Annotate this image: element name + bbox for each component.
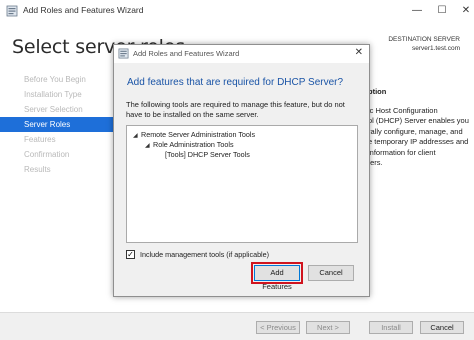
destination-server-name: server1.test.com	[411, 45, 460, 52]
dialog-titlebar: Add Roles and Features Wizard ✕	[114, 45, 369, 63]
tree-item-label: Remote Server Administration Tools	[141, 130, 256, 139]
minimize-button[interactable]: —	[406, 3, 428, 19]
cancel-button[interactable]: Cancel	[420, 321, 464, 334]
description-line: rally configure, manage, and	[368, 126, 463, 136]
maximize-button[interactable]: ☐	[431, 3, 453, 19]
description-line: ic Host Configuration	[368, 105, 438, 115]
dialog-description: The following tools are required to mana…	[126, 100, 345, 119]
nav-item-confirmation[interactable]: Confirmation	[0, 147, 114, 162]
dialog-title: Add Roles and Features Wizard	[133, 49, 240, 58]
description-line: information for client	[368, 147, 436, 157]
expanded-arrow-icon[interactable]: ◢	[145, 141, 153, 151]
main-titlebar: Add Roles and Features Wizard — ☐ ✕	[0, 0, 474, 22]
description-heading: ption	[368, 87, 387, 96]
include-tools-checkbox[interactable]: ✓	[126, 250, 135, 259]
description-line: ters.	[368, 158, 383, 167]
description-line: e temporary IP addresses and	[368, 137, 469, 146]
destination-server-label: DESTINATION SERVER	[388, 36, 460, 43]
tree-item-role-admin-tools[interactable]: ◢ Role Administration Tools	[145, 140, 234, 150]
nav-item-results[interactable]: Results	[0, 162, 114, 177]
previous-button[interactable]: < Previous	[256, 321, 300, 334]
description-line: ol (DHCP) Server enables you	[368, 116, 469, 125]
install-button[interactable]: Install	[369, 321, 413, 334]
tree-item-label: Role Administration Tools	[153, 140, 234, 149]
tree-item-remote-server-admin-tools[interactable]: ◢ Remote Server Administration Tools	[133, 130, 255, 140]
wizard-app-icon	[6, 5, 18, 17]
nav-item-installation-type[interactable]: Installation Type	[0, 87, 114, 102]
nav-item-before-you-begin[interactable]: Before You Begin	[0, 72, 114, 87]
nav-item-server-roles[interactable]: Server Roles	[0, 117, 114, 132]
required-features-tree[interactable]: ◢ Remote Server Administration Tools ◢ Rol…	[126, 125, 358, 243]
dialog-heading: Add features that are required for DHCP …	[127, 77, 344, 88]
include-tools-label[interactable]: Include management tools (if applicable)	[140, 250, 269, 259]
dialog-cancel-button[interactable]: Cancel	[308, 265, 354, 281]
next-button[interactable]: Next >	[306, 321, 350, 334]
tree-item-dhcp-server-tools[interactable]: [Tools] DHCP Server Tools	[165, 150, 250, 160]
role-description: ption ic Host Configuration ol (DHCP) Se…	[368, 87, 474, 169]
close-button[interactable]: ✕	[455, 3, 474, 19]
tree-item-label: [Tools] DHCP Server Tools	[165, 150, 250, 159]
window-title: Add Roles and Features Wizard	[23, 5, 144, 15]
wizard-nav: Before You Begin Installation Type Serve…	[0, 72, 114, 302]
nav-item-features[interactable]: Features	[0, 132, 114, 147]
add-features-dialog: Add Roles and Features Wizard ✕ Add feat…	[113, 44, 370, 297]
wizard-app-icon	[118, 48, 129, 59]
add-features-highlight	[251, 262, 303, 284]
nav-item-server-selection[interactable]: Server Selection	[0, 102, 114, 117]
expanded-arrow-icon[interactable]: ◢	[133, 131, 141, 141]
dialog-body: Add features that are required for DHCP …	[114, 63, 369, 296]
dialog-close-button[interactable]: ✕	[355, 47, 363, 58]
